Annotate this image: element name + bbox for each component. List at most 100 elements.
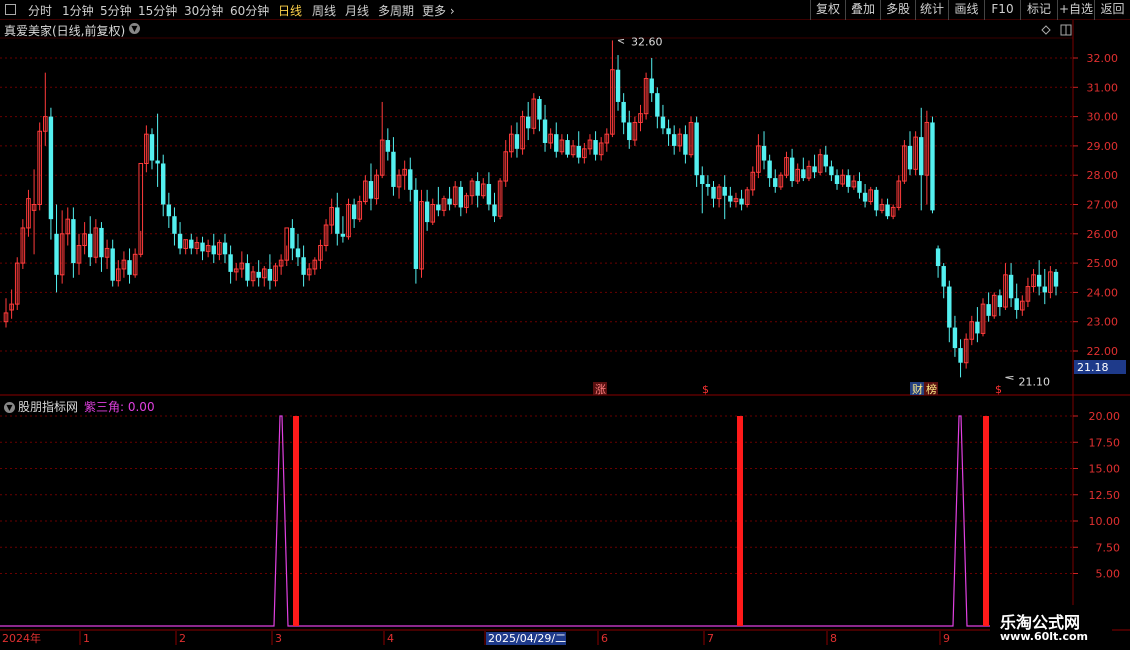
candle-body <box>767 160 772 179</box>
main-panel-title[interactable]: 真爱美家(日线,前复权) <box>4 22 125 39</box>
candle-body <box>997 295 1003 308</box>
period-tab-1[interactable]: 1分钟 <box>62 2 94 19</box>
candle-body <box>593 140 598 155</box>
candle-body <box>739 198 744 205</box>
candle-body <box>722 186 727 196</box>
period-tab-8[interactable]: 月线 <box>345 2 369 19</box>
candle-body <box>1008 274 1014 299</box>
candle-body <box>576 145 581 158</box>
candle-body <box>874 189 879 211</box>
period-tab-6[interactable]: 日线 <box>278 2 302 19</box>
candle-body <box>615 69 621 102</box>
candle-body <box>222 242 228 255</box>
period-tab-10[interactable]: 更多 › <box>422 2 455 19</box>
candle-body <box>947 286 952 328</box>
toolbar-button-7[interactable]: +自选 <box>1057 0 1094 20</box>
candle-body <box>1036 274 1042 287</box>
toolbar-button-5[interactable]: F10 <box>984 0 1020 20</box>
candle-body <box>335 207 340 234</box>
toolbar-button-4[interactable]: 画线 <box>948 0 984 20</box>
candle-body <box>127 260 132 275</box>
candle-body <box>408 169 413 190</box>
candle-body <box>666 128 671 135</box>
toolbar-button-3[interactable]: 统计 <box>915 0 948 20</box>
stock-title: 真爱美家(日线,前复权) <box>4 24 126 38</box>
toolbar-button-8[interactable]: 返回 <box>1094 0 1130 20</box>
period-tab-7[interactable]: 周线 <box>312 2 336 19</box>
candle-body <box>368 181 374 199</box>
y-tick-label: 28.00 <box>1087 169 1119 182</box>
candle-body <box>200 242 205 252</box>
candle-body <box>256 271 261 278</box>
candle-body <box>228 254 233 272</box>
candle-body <box>829 166 834 176</box>
period-tab-0[interactable]: 分时 <box>28 2 52 19</box>
toolbar-button-6[interactable]: 标记 <box>1020 0 1057 20</box>
candle-body <box>475 181 480 196</box>
candle-body <box>789 157 795 182</box>
candle-body <box>290 227 295 249</box>
candle-body <box>655 93 660 117</box>
low-label: 21.10 <box>1018 375 1050 388</box>
candle-body <box>958 348 963 363</box>
toolbar-button-1[interactable]: 叠加 <box>845 0 880 20</box>
candle-body <box>834 175 840 184</box>
candle-body <box>862 192 868 202</box>
xaxis-label: 9 <box>943 632 950 645</box>
candle-body <box>155 160 160 164</box>
y-tick-label: 26.00 <box>1087 228 1119 241</box>
xaxis-label: 7 <box>707 632 714 645</box>
window-icon[interactable] <box>5 4 16 15</box>
chevron-down-icon[interactable]: ▼ <box>129 23 140 34</box>
candle-body <box>88 233 93 258</box>
red-signal-bar <box>983 416 989 626</box>
toolbar-button-2[interactable]: 多股 <box>880 0 915 20</box>
candle-body <box>458 186 464 208</box>
y-tick-label: 31.00 <box>1087 81 1119 94</box>
high-pointer <box>617 38 625 44</box>
y-tick-label: 22.00 <box>1087 345 1119 358</box>
candle-body <box>424 201 430 223</box>
y-tick-label: 30.00 <box>1087 111 1119 124</box>
candle-body <box>694 122 699 176</box>
period-tab-9[interactable]: 多周期 <box>378 2 414 19</box>
candle-body <box>71 219 76 264</box>
period-tab-5[interactable]: 60分钟 <box>230 2 269 19</box>
xaxis-cursor-label: 2025/04/29/二 <box>488 632 566 645</box>
candle-body <box>823 154 828 167</box>
candle-body <box>683 134 688 155</box>
candle-body <box>986 304 991 316</box>
candle-body <box>621 101 626 123</box>
candle-body <box>514 134 520 149</box>
chevron-down-icon[interactable]: ▼ <box>4 402 15 413</box>
candle-body <box>161 163 166 205</box>
candle-body <box>660 116 666 129</box>
period-toolbar: 分时 1分钟 5分钟 15分钟 30分钟 60分钟 日线 周线 月线 多周期 更多 › 复权 叠加 多股统… <box>0 0 1130 20</box>
candle-body <box>671 134 677 146</box>
event-marker: $ <box>995 383 1002 396</box>
xaxis-label: 2024年 <box>2 631 41 645</box>
candle-body <box>952 327 958 349</box>
period-tab-4[interactable]: 30分钟 <box>184 2 223 19</box>
indicator-tick-label: 12.50 <box>1089 489 1121 502</box>
candle-body <box>649 78 654 94</box>
candle-body <box>761 145 767 161</box>
candle-body <box>525 116 531 129</box>
candle-body <box>700 175 705 184</box>
candle-body <box>941 266 946 287</box>
candle-body <box>486 183 492 205</box>
indicator-panel-title[interactable]: ▼ 股朋指标网 <box>4 398 78 415</box>
current-price: 21.18 <box>1077 361 1109 374</box>
period-tab-3[interactable]: 15分钟 <box>138 2 177 19</box>
red-signal-bar <box>737 416 743 626</box>
period-tab-2[interactable]: 5分钟 <box>100 2 132 19</box>
candle-body <box>492 204 497 217</box>
candle-body <box>801 169 806 179</box>
candle-body <box>54 233 59 275</box>
event-marker: 榜 <box>926 382 937 396</box>
kline-chart[interactable]: 32.0031.0030.0029.0028.0027.0026.0025.00… <box>0 0 1130 650</box>
xaxis-label: 6 <box>601 632 608 645</box>
toolbar-button-0[interactable]: 复权 <box>810 0 845 20</box>
candle-body <box>436 204 441 211</box>
xaxis-label: 1 <box>83 632 90 645</box>
